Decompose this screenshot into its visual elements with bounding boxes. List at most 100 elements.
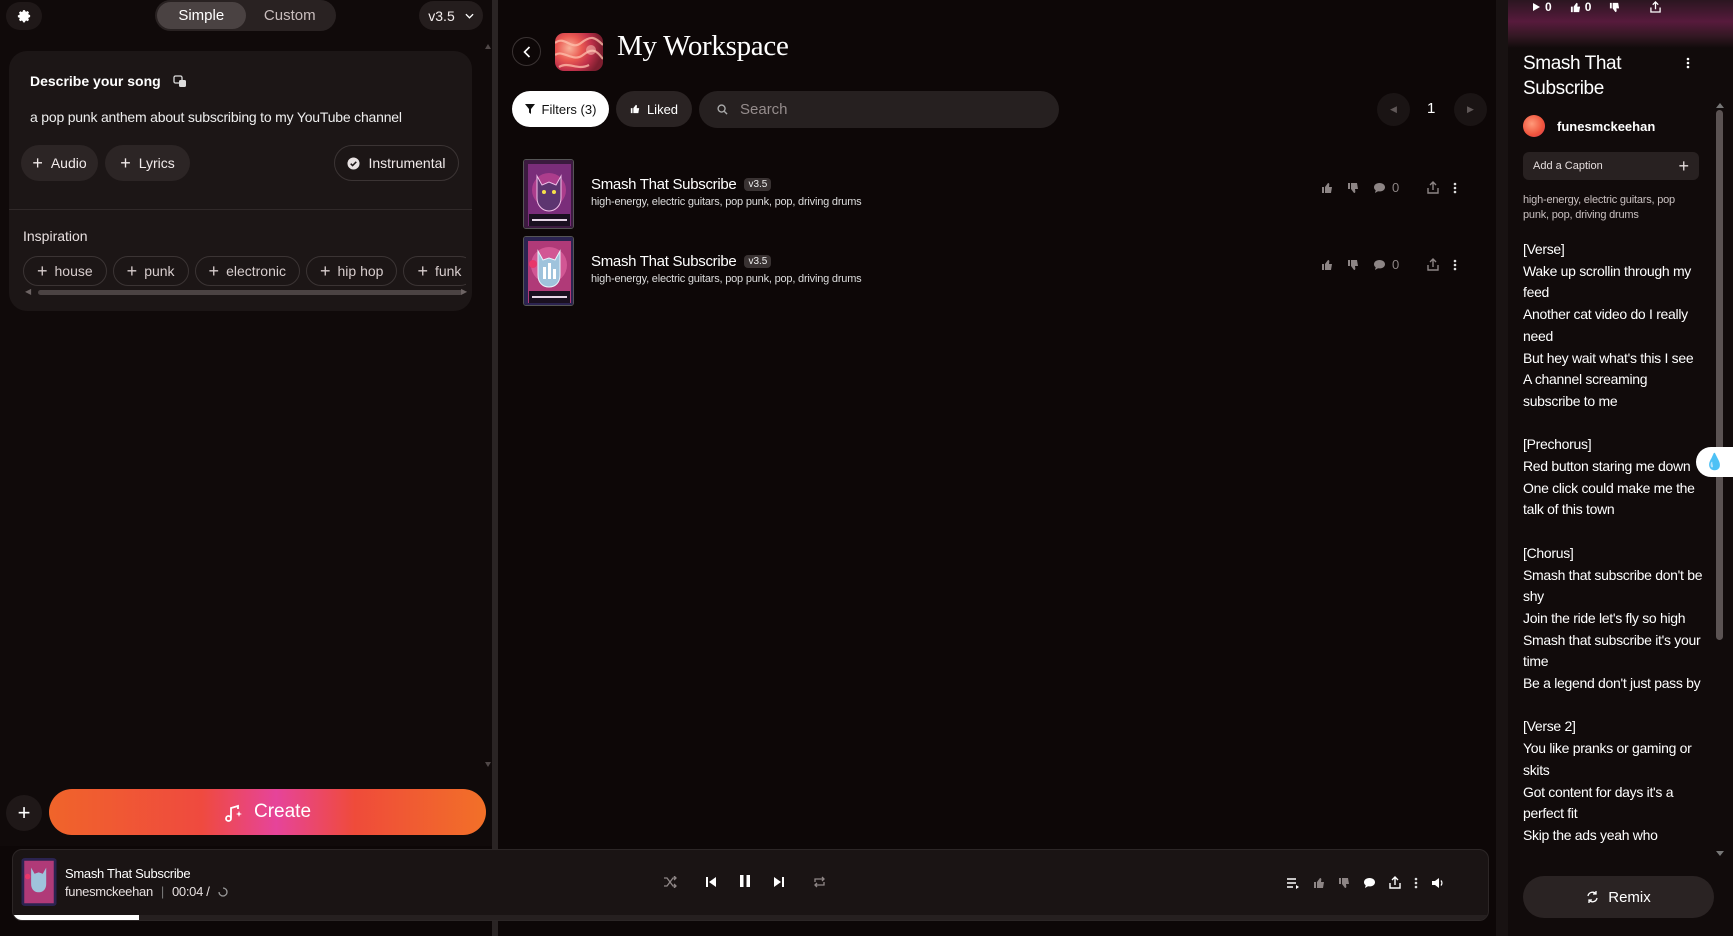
filters-button[interactable]: Filters (3) <box>512 91 609 127</box>
plus-icon: + <box>208 261 220 281</box>
play-icon <box>1533 3 1540 11</box>
search-field[interactable] <box>699 91 1059 128</box>
mode-simple[interactable]: Simple <box>157 2 246 29</box>
chip-label: house <box>54 263 93 279</box>
separator: | <box>160 884 164 899</box>
scroll-right-arrow[interactable]: ▶ <box>461 287 467 296</box>
settings-button[interactable] <box>6 2 42 30</box>
plus-icon: + <box>417 261 428 281</box>
add-caption-button[interactable]: Add a Caption + <box>1523 152 1699 180</box>
search-input[interactable] <box>740 101 1020 118</box>
player-title[interactable]: Smash That Subscribe <box>65 866 191 881</box>
mode-custom[interactable]: Custom <box>246 2 335 29</box>
share-icon[interactable] <box>1389 876 1401 894</box>
repeat-icon[interactable] <box>813 875 826 893</box>
thumbs-up-icon[interactable] <box>1313 876 1325 894</box>
assistant-float-button[interactable]: 💧 <box>1696 447 1733 477</box>
comment-count: 0 <box>1392 257 1400 272</box>
more-options-icon[interactable] <box>1686 56 1690 74</box>
comments-button[interactable]: 0 <box>1373 180 1399 195</box>
thumbs-down-icon[interactable] <box>1347 182 1359 194</box>
song-cover[interactable] <box>523 236 574 306</box>
thumbs-up-icon[interactable] <box>1321 182 1333 194</box>
chevron-left-icon: ◀ <box>1390 104 1397 114</box>
thumbs-up-icon <box>630 104 640 114</box>
loading-icon <box>217 886 228 897</box>
thumbs-down-icon[interactable] <box>1338 876 1350 894</box>
song-prompt-input[interactable]: a pop punk anthem about subscribing to m… <box>30 109 402 125</box>
remix-button[interactable]: Remix <box>1523 876 1714 918</box>
song-tags[interactable]: high-energy, electric guitars, pop punk,… <box>591 273 862 285</box>
play-count[interactable]: 0 <box>1532 0 1552 14</box>
share-icon[interactable] <box>1427 181 1439 194</box>
chip-punk[interactable]: + punk <box>112 256 189 286</box>
player-bar: Smash That Subscribe funesmckeehan | 00:… <box>12 849 1489 921</box>
version-dropdown[interactable]: v3.5 <box>419 1 483 30</box>
add-lyrics-button[interactable]: + Lyrics <box>105 145 190 181</box>
thumbs-up-icon[interactable] <box>1321 259 1333 271</box>
scroll-left-arrow[interactable]: ◀ <box>25 287 31 296</box>
panel-resizer[interactable] <box>492 0 498 936</box>
pause-icon[interactable] <box>739 874 751 893</box>
song-title[interactable]: Smash That Subscribe v3.5 <box>591 253 772 270</box>
detail-author[interactable]: funesmckeehan <box>1523 115 1655 137</box>
song-title-text[interactable]: Smash That Subscribe <box>591 176 737 193</box>
scroll-down-arrow[interactable] <box>1716 851 1724 856</box>
chip-hip-hop[interactable]: + hip hop <box>305 256 398 286</box>
chip-label: electronic <box>226 263 286 279</box>
queue-icon[interactable] <box>1286 876 1300 894</box>
more-options-icon[interactable] <box>1453 182 1457 194</box>
remix-icon <box>1587 891 1598 903</box>
next-page-button[interactable]: ▶ <box>1454 93 1487 126</box>
detail-resizer[interactable] <box>1496 0 1508 936</box>
instrumental-toggle[interactable]: Instrumental <box>334 145 459 181</box>
inspiration-chips: + house + punk + electronic + hip hop + funk <box>23 256 466 286</box>
more-options-icon[interactable] <box>1414 876 1418 894</box>
song-tags[interactable]: high-energy, electric guitars, pop punk,… <box>591 196 862 208</box>
back-button[interactable] <box>512 37 541 66</box>
add-audio-button[interactable]: + Audio <box>21 145 98 181</box>
player-cover[interactable] <box>21 858 57 906</box>
progress-fill <box>13 915 139 920</box>
comments-button[interactable]: 0 <box>1373 257 1399 272</box>
detail-scrollbar[interactable] <box>1716 110 1723 640</box>
song-title[interactable]: Smash That Subscribe v3.5 <box>591 176 772 193</box>
next-track-icon[interactable] <box>773 875 785 893</box>
song-cover[interactable] <box>523 159 574 229</box>
chip-house[interactable]: + house <box>23 256 107 286</box>
share-icon[interactable] <box>1427 258 1439 271</box>
song-row[interactable]: Smash That Subscribe v3.5 high-energy, e… <box>521 236 1496 306</box>
volume-icon[interactable] <box>1431 876 1445 894</box>
avatar[interactable] <box>1523 115 1545 137</box>
author-name[interactable]: funesmckeehan <box>1557 119 1655 134</box>
song-row[interactable]: Smash That Subscribe v3.5 high-energy, e… <box>521 159 1496 229</box>
progress-bar[interactable] <box>13 915 1488 920</box>
translate-icon[interactable] <box>173 74 187 88</box>
shuffle-icon[interactable] <box>663 875 677 893</box>
scroll-up-arrow[interactable] <box>1716 103 1724 108</box>
chip-electronic[interactable]: + electronic <box>194 256 300 286</box>
thumbs-down-icon[interactable] <box>1609 0 1620 14</box>
liked-button[interactable]: Liked <box>616 91 692 127</box>
comment-icon[interactable] <box>1363 876 1376 894</box>
detail-hero: 0 0 <box>1508 0 1733 48</box>
thumbs-down-icon[interactable] <box>1347 259 1359 271</box>
prev-page-button[interactable]: ◀ <box>1377 93 1410 126</box>
left-scrollbar[interactable] <box>484 40 492 770</box>
share-icon[interactable] <box>1650 0 1662 14</box>
player-time: 00:04 / <box>171 884 210 899</box>
player-author[interactable]: funesmckeehan <box>65 884 153 899</box>
inspiration-label: Inspiration <box>23 228 88 244</box>
previous-track-icon[interactable] <box>705 875 717 893</box>
comment-icon <box>1374 182 1385 193</box>
chips-scrollbar[interactable] <box>38 290 463 295</box>
add-button[interactable]: + <box>6 795 42 831</box>
chip-funk[interactable]: + funk <box>403 256 466 286</box>
plus-icon: + <box>126 261 138 281</box>
create-button[interactable]: Create <box>49 789 486 835</box>
more-options-icon[interactable] <box>1453 259 1457 271</box>
song-title-text[interactable]: Smash That Subscribe <box>591 253 737 270</box>
detail-tags[interactable]: high-energy, electric guitars, pop punk,… <box>1523 193 1703 223</box>
like-count[interactable]: 0 <box>1570 0 1591 14</box>
chip-label: hip hop <box>337 263 384 279</box>
